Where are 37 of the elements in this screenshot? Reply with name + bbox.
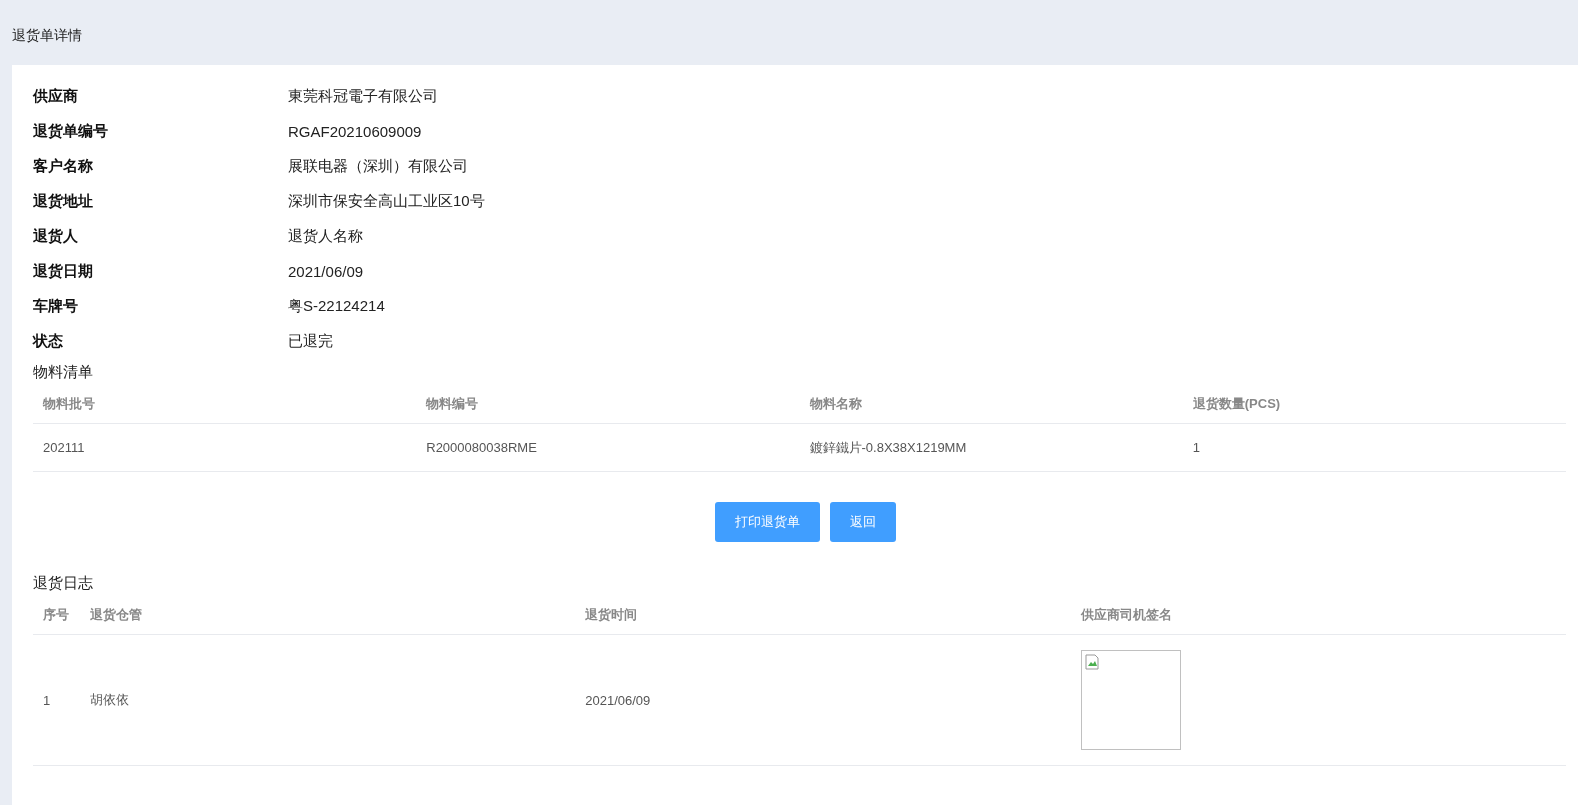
section-title: 物料清单 bbox=[33, 363, 93, 380]
table-cell: 2021/06/09 bbox=[575, 634, 1071, 766]
page-title: 退货单详情 bbox=[12, 26, 82, 45]
field-label: 退货地址 bbox=[33, 192, 94, 211]
column-header: 退货仓管 bbox=[79, 596, 576, 635]
column-header: 物料名称 bbox=[799, 385, 1183, 424]
field-value: 2021/06/09 bbox=[288, 263, 364, 280]
field-label: 客户名称 bbox=[33, 157, 94, 176]
table-cell: R2000080038RME bbox=[416, 423, 800, 472]
field-value: 已退完 bbox=[288, 332, 333, 351]
column-header: 退货数量(PCS) bbox=[1182, 385, 1566, 424]
field-value: 退货人名称 bbox=[288, 227, 363, 246]
broken-image-icon bbox=[1084, 654, 1099, 670]
field-label: 车牌号 bbox=[33, 297, 79, 316]
field-value: RGAF20210609009 bbox=[288, 123, 422, 140]
table-cell: 鍍鋅鐵片-0.8X38X1219MM bbox=[799, 423, 1183, 472]
table-cell: 胡依依 bbox=[79, 634, 576, 766]
field-label: 供应商 bbox=[33, 87, 79, 106]
field-value: 粤S-22124214 bbox=[288, 297, 385, 316]
action-button[interactable]: 返回 bbox=[830, 502, 896, 542]
field-label: 退货单编号 bbox=[33, 122, 109, 141]
field-value: 東莞科冠電子有限公司 bbox=[288, 87, 438, 106]
table-cell: 202111 bbox=[33, 423, 417, 472]
field-label: 退货人 bbox=[33, 227, 79, 246]
field-label: 状态 bbox=[33, 332, 64, 351]
section-title: 退货日志 bbox=[33, 574, 93, 591]
action-button[interactable]: 打印退货单 bbox=[715, 502, 820, 542]
field-label: 退货日期 bbox=[33, 262, 94, 281]
table-cell: 1 bbox=[33, 634, 80, 766]
field-value: 深圳市保安全高山工业区10号 bbox=[288, 192, 485, 211]
column-header: 物料编号 bbox=[416, 385, 800, 424]
column-header: 供应商司机签名 bbox=[1070, 596, 1566, 635]
column-header: 序号 bbox=[33, 596, 80, 635]
column-header: 物料批号 bbox=[33, 385, 417, 424]
column-header: 退货时间 bbox=[575, 596, 1071, 635]
table-cell: 1 bbox=[1182, 423, 1566, 472]
field-value: 展联电器（深圳）有限公司 bbox=[288, 157, 468, 176]
